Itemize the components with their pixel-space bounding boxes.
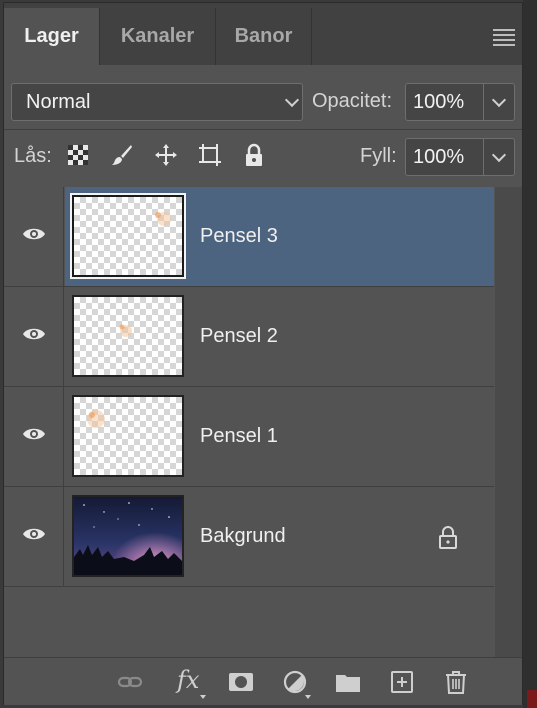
layer-thumbnail: [72, 395, 184, 477]
submenu-indicator-icon: [200, 695, 206, 699]
fill-label: Fyll:: [360, 145, 397, 167]
layer-content[interactable]: Pensel 1: [65, 387, 494, 486]
field-divider: [483, 139, 484, 175]
layer-content[interactable]: Pensel 3: [65, 187, 494, 286]
add-mask-icon[interactable]: [228, 669, 254, 695]
scrollbar-track[interactable]: [495, 187, 522, 657]
tab-lager[interactable]: Lager: [4, 8, 99, 65]
layers-list: Pensel 3 Pensel 2 Pensel 1 Bakgrund: [4, 187, 522, 657]
window-edge-accent: [527, 690, 537, 708]
blend-mode-value: Normal: [26, 91, 91, 113]
brush-stroke-icon: [119, 324, 132, 337]
layer-content[interactable]: Pensel 2: [65, 287, 494, 386]
layer-row[interactable]: Pensel 1: [4, 387, 494, 487]
opacity-label: Opacitet:: [312, 90, 393, 112]
fx-icon[interactable]: fx: [177, 666, 199, 694]
lock-all-icon[interactable]: [242, 143, 266, 167]
chevron-down-icon: [284, 92, 300, 108]
field-divider: [483, 84, 484, 120]
layer-thumbnail: [72, 495, 184, 577]
visibility-cell[interactable]: [4, 287, 64, 386]
blend-mode-dropdown[interactable]: Normal: [11, 83, 303, 121]
eye-icon[interactable]: [22, 226, 46, 242]
layer-row[interactable]: Pensel 3: [4, 187, 494, 287]
lock-position-icon[interactable]: [154, 143, 178, 167]
eye-icon[interactable]: [22, 326, 46, 342]
tab-divider: [311, 8, 312, 65]
layers-footer-toolbar: fx: [4, 657, 522, 705]
layer-content[interactable]: Bakgrund: [65, 487, 494, 586]
window-edge: [523, 0, 537, 708]
panel-menu-icon[interactable]: [493, 29, 515, 46]
layer-row[interactable]: Bakgrund: [4, 487, 494, 587]
divider: [4, 129, 522, 130]
lock-image-pixels-icon[interactable]: [110, 143, 134, 167]
new-group-icon[interactable]: [335, 669, 361, 695]
opacity-value: 100%: [413, 91, 465, 113]
layers-panel: Lager Kanaler Banor Normal Opacitet: 100…: [3, 2, 523, 705]
lock-icon: [439, 526, 457, 549]
eye-icon[interactable]: [22, 526, 46, 542]
chevron-down-icon[interactable]: [491, 147, 507, 163]
link-layers-icon[interactable]: [117, 669, 143, 695]
tab-banor[interactable]: Banor: [216, 8, 311, 65]
lock-artboard-icon[interactable]: [198, 143, 222, 167]
brush-stroke-icon: [155, 212, 171, 226]
layer-name: Pensel 2: [200, 325, 278, 347]
visibility-cell[interactable]: [4, 187, 64, 286]
lock-label: Lås:: [14, 145, 52, 167]
layer-name: Pensel 3: [200, 225, 278, 247]
fill-field[interactable]: 100%: [405, 138, 515, 176]
lock-transparent-pixels-icon[interactable]: [66, 143, 90, 167]
layer-row[interactable]: Pensel 2: [4, 287, 494, 387]
eye-icon[interactable]: [22, 426, 46, 442]
tab-bar: Lager Kanaler Banor: [4, 3, 522, 65]
tab-kanaler[interactable]: Kanaler: [100, 8, 215, 65]
visibility-cell[interactable]: [4, 387, 64, 486]
layer-name: Pensel 1: [200, 425, 278, 447]
submenu-indicator-icon: [305, 695, 311, 699]
trash-icon[interactable]: [443, 669, 469, 695]
layer-thumbnail: [72, 295, 184, 377]
layer-name: Bakgrund: [200, 525, 286, 547]
adjustment-layer-icon[interactable]: [282, 669, 308, 695]
brush-stroke-icon: [87, 410, 105, 428]
visibility-cell[interactable]: [4, 487, 64, 586]
fill-value: 100%: [413, 146, 465, 168]
layer-thumbnail: [70, 193, 186, 279]
opacity-field[interactable]: 100%: [405, 83, 515, 121]
night-sky-image: [74, 497, 182, 575]
new-layer-icon[interactable]: [389, 669, 415, 695]
chevron-down-icon[interactable]: [491, 92, 507, 108]
